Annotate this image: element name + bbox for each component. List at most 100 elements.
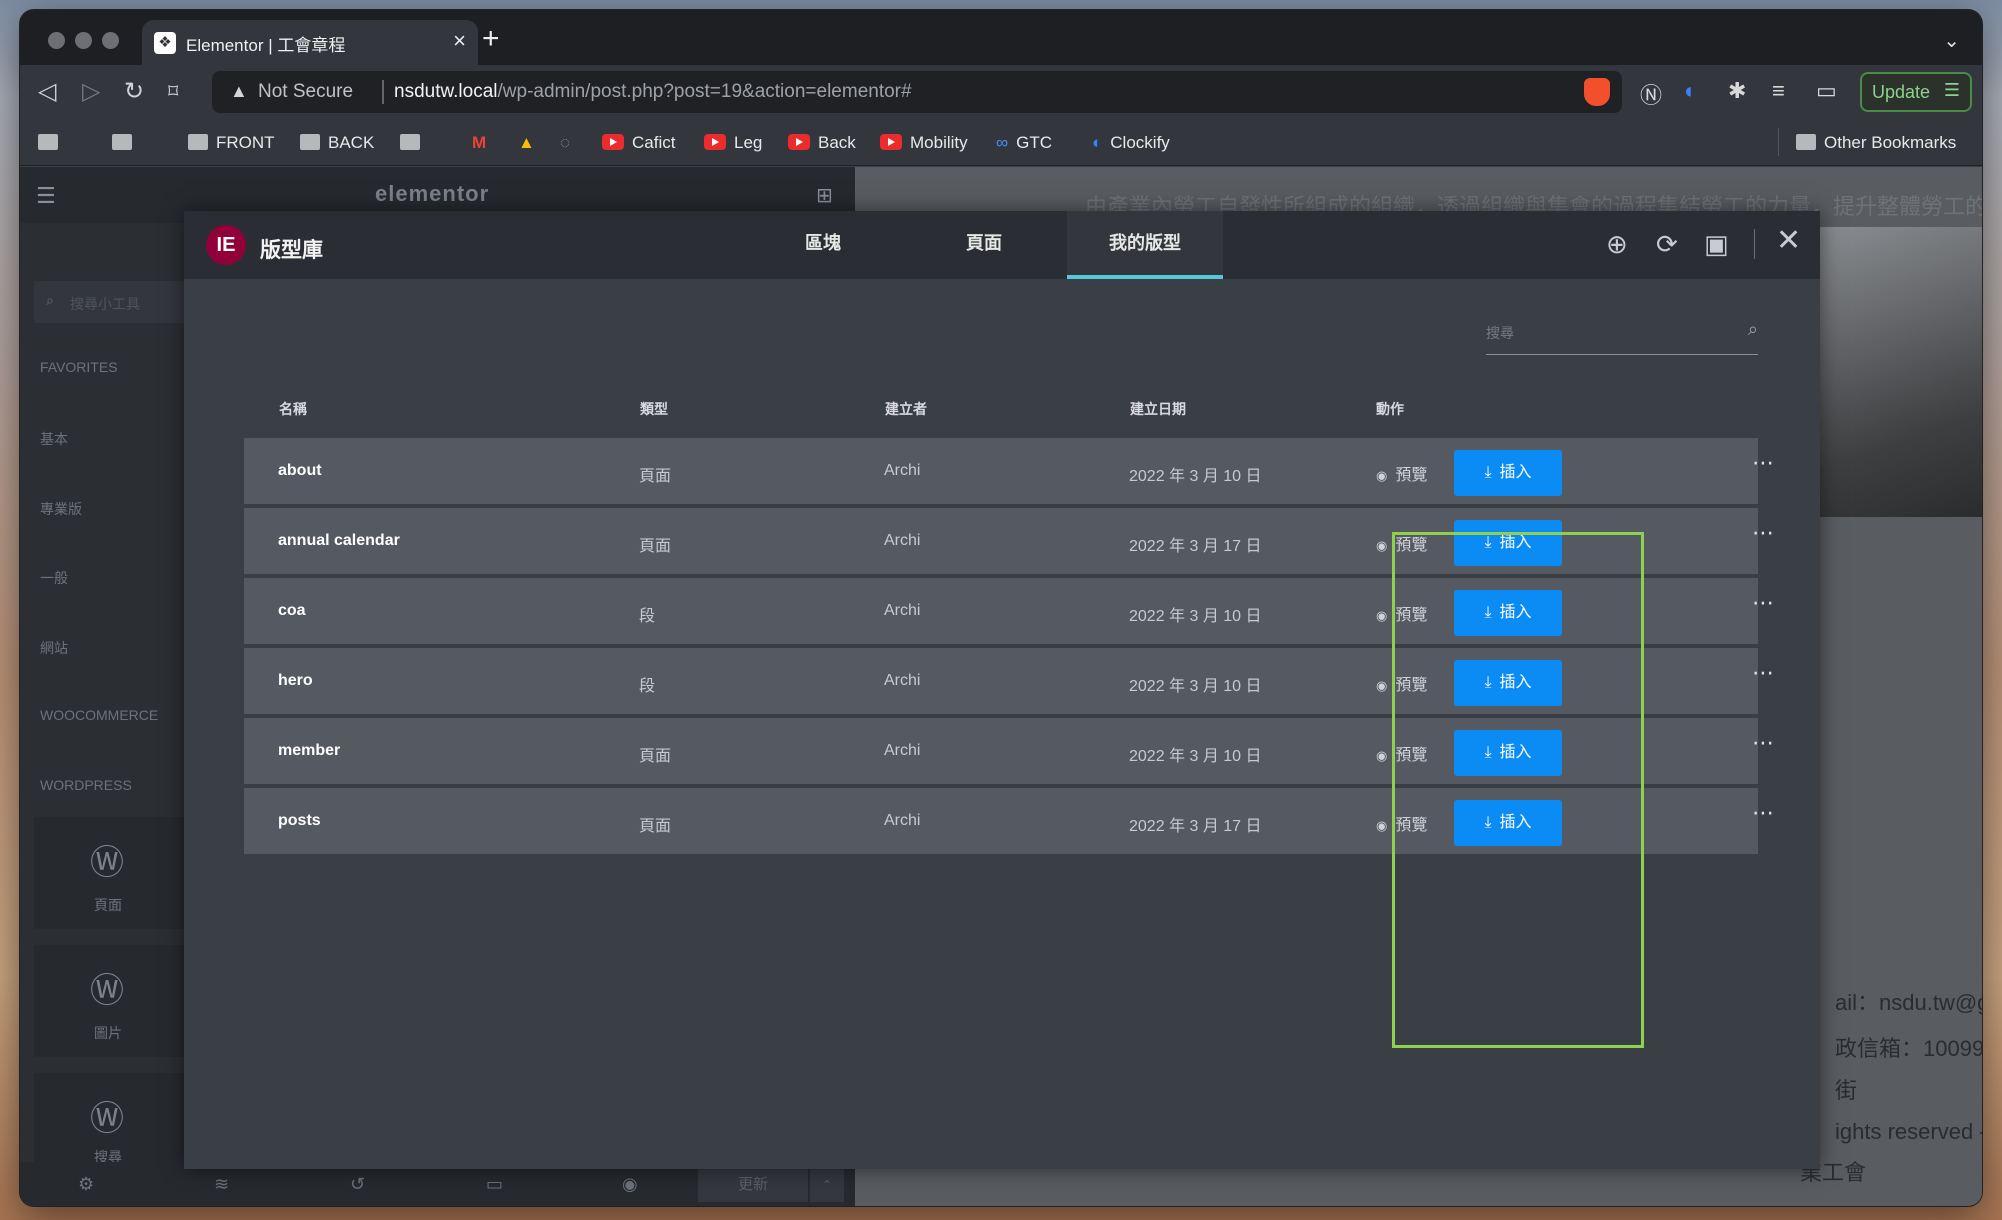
browser-tab[interactable]: ❖ Elementor | 工會章程 × [142, 20, 478, 65]
bookmark-front[interactable]: FRONT [188, 133, 275, 153]
bookmark-folder-2[interactable] [112, 133, 140, 153]
infinity-icon: ∞ [996, 133, 1009, 152]
extensions-icon[interactable]: ✱ [1728, 78, 1746, 104]
tab-my-templates[interactable]: 我的版型 [1067, 211, 1223, 279]
media-icon[interactable]: ≡ [1772, 78, 1785, 104]
category-woocommerce[interactable]: WOOCOMMERCE [40, 707, 158, 723]
widget-search-input[interactable]: ⌕ 搜尋小工具 [34, 281, 184, 323]
bookmark-icon[interactable]: ⌑ [168, 79, 178, 104]
gmail-icon[interactable]: M [472, 133, 486, 153]
insert-label: 插入 [1499, 744, 1532, 761]
zoom-window-button[interactable] [102, 32, 119, 49]
youtube-icon [880, 134, 902, 150]
address-bar[interactable]: ▲ Not Secure nsdutw.local/wp-admin/post.… [212, 71, 1622, 113]
preview-link[interactable]: ◉ 預覽 [1376, 531, 1427, 555]
download-icon: ⤓ [1484, 604, 1492, 621]
more-options-icon[interactable]: ⋯ [1752, 800, 1775, 826]
other-bookmarks[interactable]: Other Bookmarks [1796, 133, 1956, 153]
clockify-bookmark-icon[interactable]: ◌ [560, 133, 570, 153]
bookmark-label: Leg [734, 133, 763, 152]
more-options-icon[interactable]: ⋯ [1752, 660, 1775, 686]
bookmark-mobility[interactable]: Mobility [880, 133, 968, 153]
import-icon[interactable]: ⊕ [1606, 231, 1628, 257]
chevron-down-icon[interactable]: ⌄ [1943, 28, 1960, 53]
category-site[interactable]: 網站 [40, 638, 68, 658]
sync-icon[interactable]: ⟳ [1656, 231, 1678, 257]
layers-icon[interactable]: ≋ [214, 1174, 229, 1195]
preview-link[interactable]: ◉ 預覽 [1376, 811, 1427, 835]
widget-wp-search[interactable]: Ⓦ 搜尋 [34, 1073, 184, 1165]
close-window-button[interactable] [48, 32, 65, 49]
insert-button[interactable]: ⤓ 插入 [1454, 730, 1562, 776]
history-icon[interactable]: ↺ [350, 1174, 365, 1195]
eye-icon: ◉ [1376, 468, 1388, 483]
download-icon: ⤓ [1484, 674, 1492, 691]
modal-header: IE 版型庫 區塊 頁面 我的版型 ⊕ ⟳ ▣ ✕ [184, 211, 1820, 279]
hamburger-icon[interactable]: ☰ [36, 183, 56, 209]
category-basic[interactable]: 基本 [40, 429, 68, 449]
eye-icon[interactable]: ◉ [622, 1174, 638, 1195]
preview-link[interactable]: ◉ 預覽 [1376, 741, 1427, 765]
more-options-icon[interactable]: ⋯ [1752, 520, 1775, 546]
minimize-window-button[interactable] [75, 32, 92, 49]
tab-blocks[interactable]: 區塊 [745, 211, 901, 279]
bookmark-back[interactable]: Back [788, 133, 856, 153]
grid-icon[interactable]: ⊞ [816, 183, 833, 208]
template-date: 2022 年 3 月 10 日 [1129, 748, 1262, 765]
template-type: 頁面 [639, 468, 672, 485]
widget-wp-image[interactable]: Ⓦ 圖片 [34, 945, 184, 1057]
reload-icon[interactable]: ↻ [124, 77, 144, 106]
preview-link[interactable]: ◉ 預覽 [1376, 601, 1427, 625]
close-icon[interactable]: ✕ [1776, 226, 1801, 256]
eye-icon: ◉ [1376, 748, 1388, 763]
tab-pages[interactable]: 頁面 [906, 211, 1062, 279]
preview-image [1812, 227, 1982, 517]
forward-icon[interactable]: ▷ [82, 77, 100, 106]
bookmark-leg[interactable]: Leg [704, 133, 762, 153]
bookmark-folder-3[interactable] [400, 133, 428, 153]
clockify-icon[interactable]: ◐ [1684, 78, 1697, 104]
more-options-icon[interactable]: ⋯ [1752, 450, 1775, 476]
back-icon[interactable]: ◁ [38, 77, 56, 106]
settings-icon[interactable]: ⚙ [78, 1174, 94, 1195]
update-post-button[interactable]: 更新 [698, 1168, 808, 1202]
widget-label: 圖片 [94, 1025, 122, 1041]
preview-label: 預覽 [1395, 817, 1428, 834]
category-general[interactable]: 一般 [40, 568, 68, 588]
template-search-input[interactable]: 搜尋 ⌕ [1486, 315, 1758, 355]
category-pro[interactable]: 專業版 [40, 499, 82, 519]
elementor-logo: elementor [375, 181, 490, 206]
wallet-icon[interactable]: ▭ [1816, 78, 1837, 104]
bookmark-gtc[interactable]: ∞ GTC [996, 133, 1052, 153]
save-icon[interactable]: ▣ [1704, 231, 1729, 257]
bookmark-folder-1[interactable] [38, 133, 66, 153]
drive-icon[interactable]: ▲ [518, 133, 535, 153]
insert-label: 插入 [1499, 674, 1532, 691]
responsive-icon[interactable]: ▭ [486, 1174, 503, 1195]
category-wordpress[interactable]: WORDPRESS [40, 777, 132, 793]
category-favorites[interactable]: FAVORITES [40, 359, 118, 375]
brave-shield-icon[interactable] [1584, 78, 1610, 106]
bookmark-back-folder[interactable]: BACK [300, 133, 374, 153]
insert-button[interactable]: ⤓ 插入 [1454, 520, 1562, 566]
template-name: posts [278, 812, 321, 829]
notion-icon[interactable]: Ⓝ [1640, 78, 1662, 110]
new-tab-icon[interactable]: + [482, 24, 500, 54]
more-options-icon[interactable]: ⋯ [1752, 590, 1775, 616]
insert-button[interactable]: ⤓ 插入 [1454, 450, 1562, 496]
bookmark-cafict[interactable]: Cafict [602, 133, 675, 153]
insert-button[interactable]: ⤓ 插入 [1454, 800, 1562, 846]
update-button[interactable]: Update ☰ [1860, 72, 1972, 112]
widget-wp-pages[interactable]: Ⓦ 頁面 [34, 817, 184, 929]
chevron-up-icon[interactable]: ⌃ [810, 1168, 844, 1202]
more-options-icon[interactable]: ⋯ [1752, 730, 1775, 756]
insert-label: 插入 [1499, 464, 1532, 481]
column-actions: 動作 [1376, 401, 1404, 417]
bookmark-clockify[interactable]: ◐ Clockify [1092, 133, 1170, 153]
elementor-favicon-icon: ❖ [154, 32, 176, 54]
insert-button[interactable]: ⤓ 插入 [1454, 590, 1562, 636]
preview-link[interactable]: ◉ 預覽 [1376, 461, 1427, 485]
preview-link[interactable]: ◉ 預覽 [1376, 671, 1427, 695]
insert-button[interactable]: ⤓ 插入 [1454, 660, 1562, 706]
close-tab-icon[interactable]: × [453, 28, 466, 54]
